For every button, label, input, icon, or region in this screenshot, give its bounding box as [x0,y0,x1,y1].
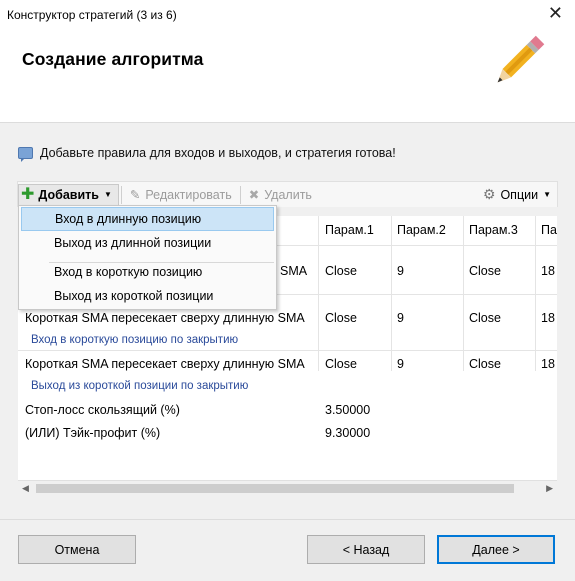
param1-cell: 3.50000 [325,403,371,417]
menu-item-long-entry[interactable]: Вход в длинную позицию [21,207,274,231]
toolbar-separator [239,185,241,204]
column-header-param4[interactable]: Па [541,223,557,237]
rule-name: (ИЛИ) Тэйк-профит (%) [25,426,161,440]
column-header-param3[interactable]: Парам.3 [469,223,518,237]
wizard-header: Создание алгоритма [0,30,575,122]
edit-icon: ✎ [129,188,141,202]
title-bar: Конструктор стратегий (3 из 6) ✕ [0,0,575,30]
close-icon[interactable]: ✕ [548,3,563,24]
page-title: Создание алгоритма [22,49,204,69]
add-label: Добавить [38,187,99,202]
scroll-right-icon[interactable]: ▶ [546,483,553,494]
group-header: Выход из короткой позиции по закрытию [31,380,249,392]
rule-name: Короткая SMA пересекает сверху длинную S… [25,357,305,371]
param2-cell: 9 [397,311,404,325]
param2-cell: 9 [397,264,404,278]
param3-cell: Close [469,264,501,278]
param1-cell: Close [325,264,357,278]
param1-cell: Close [325,357,357,371]
next-button[interactable]: Далее > [437,535,555,564]
delete-icon: ✖ [248,188,260,202]
chevron-down-icon: ▼ [103,190,112,199]
edit-label: Редактировать [145,187,232,202]
menu-item-short-exit[interactable]: Выход из короткой позиции [21,285,274,309]
rule-name: Короткая SMA пересекает сверху длинную S… [25,311,305,325]
cancel-button[interactable]: Отмена [18,535,136,564]
row-divider [18,350,557,351]
add-button[interactable]: ✚ Добавить ▼ [18,183,119,206]
back-button[interactable]: < Назад [307,535,425,564]
param3-cell: Close [469,357,501,371]
scrollbar-thumb[interactable] [36,484,514,493]
delete-button[interactable]: ✖ Удалить [243,183,318,207]
horizontal-scrollbar[interactable]: ◀ ▶ [18,480,557,496]
options-button[interactable]: ⚙ Опции ▼ [477,183,557,207]
rule-name: Стоп-лосс скользящий (%) [25,403,180,417]
chevron-down-icon: ▼ [543,190,551,199]
rule-name: SMA [280,264,308,278]
param1-cell: Close [325,311,357,325]
param4-cell: 18 [541,357,555,371]
intro-text: Добавьте правила для входов и выходов, и… [40,146,396,160]
options-label: Опции [500,187,539,202]
window-title: Конструктор стратегий (3 из 6) [7,8,177,22]
intro-message: Добавьте правила для входов и выходов, и… [18,146,396,162]
group-header: Вход в короткую позицию по закрытию [31,334,239,346]
gear-icon: ⚙ [482,186,496,202]
column-header-param1[interactable]: Парам.1 [325,223,374,237]
edit-button[interactable]: ✎ Редактировать [124,183,238,207]
menu-item-long-exit[interactable]: Выход из длинной позиции [21,232,274,256]
menu-item-short-entry[interactable]: Вход в короткую позицию [21,261,274,285]
column-header-param2[interactable]: Парам.2 [397,223,446,237]
param4-cell: 18 [541,264,555,278]
plus-icon: ✚ [21,185,35,203]
scroll-left-icon[interactable]: ◀ [22,483,29,494]
param2-cell: 9 [397,357,404,371]
rules-toolbar: ✚ Добавить ▼ ✎ Редактировать ✖ Удалить ⚙… [17,181,558,207]
param4-cell: 18 [541,311,555,325]
delete-label: Удалить [264,187,312,202]
message-icon [18,147,33,162]
pencil-icon [497,35,545,83]
param3-cell: Close [469,311,501,325]
toolbar-separator [120,185,122,204]
param1-cell: 9.30000 [325,426,371,440]
add-dropdown-menu: Вход в длинную позицию Выход из длинной … [18,205,277,310]
wizard-footer: Отмена < Назад Далее > [0,519,575,581]
